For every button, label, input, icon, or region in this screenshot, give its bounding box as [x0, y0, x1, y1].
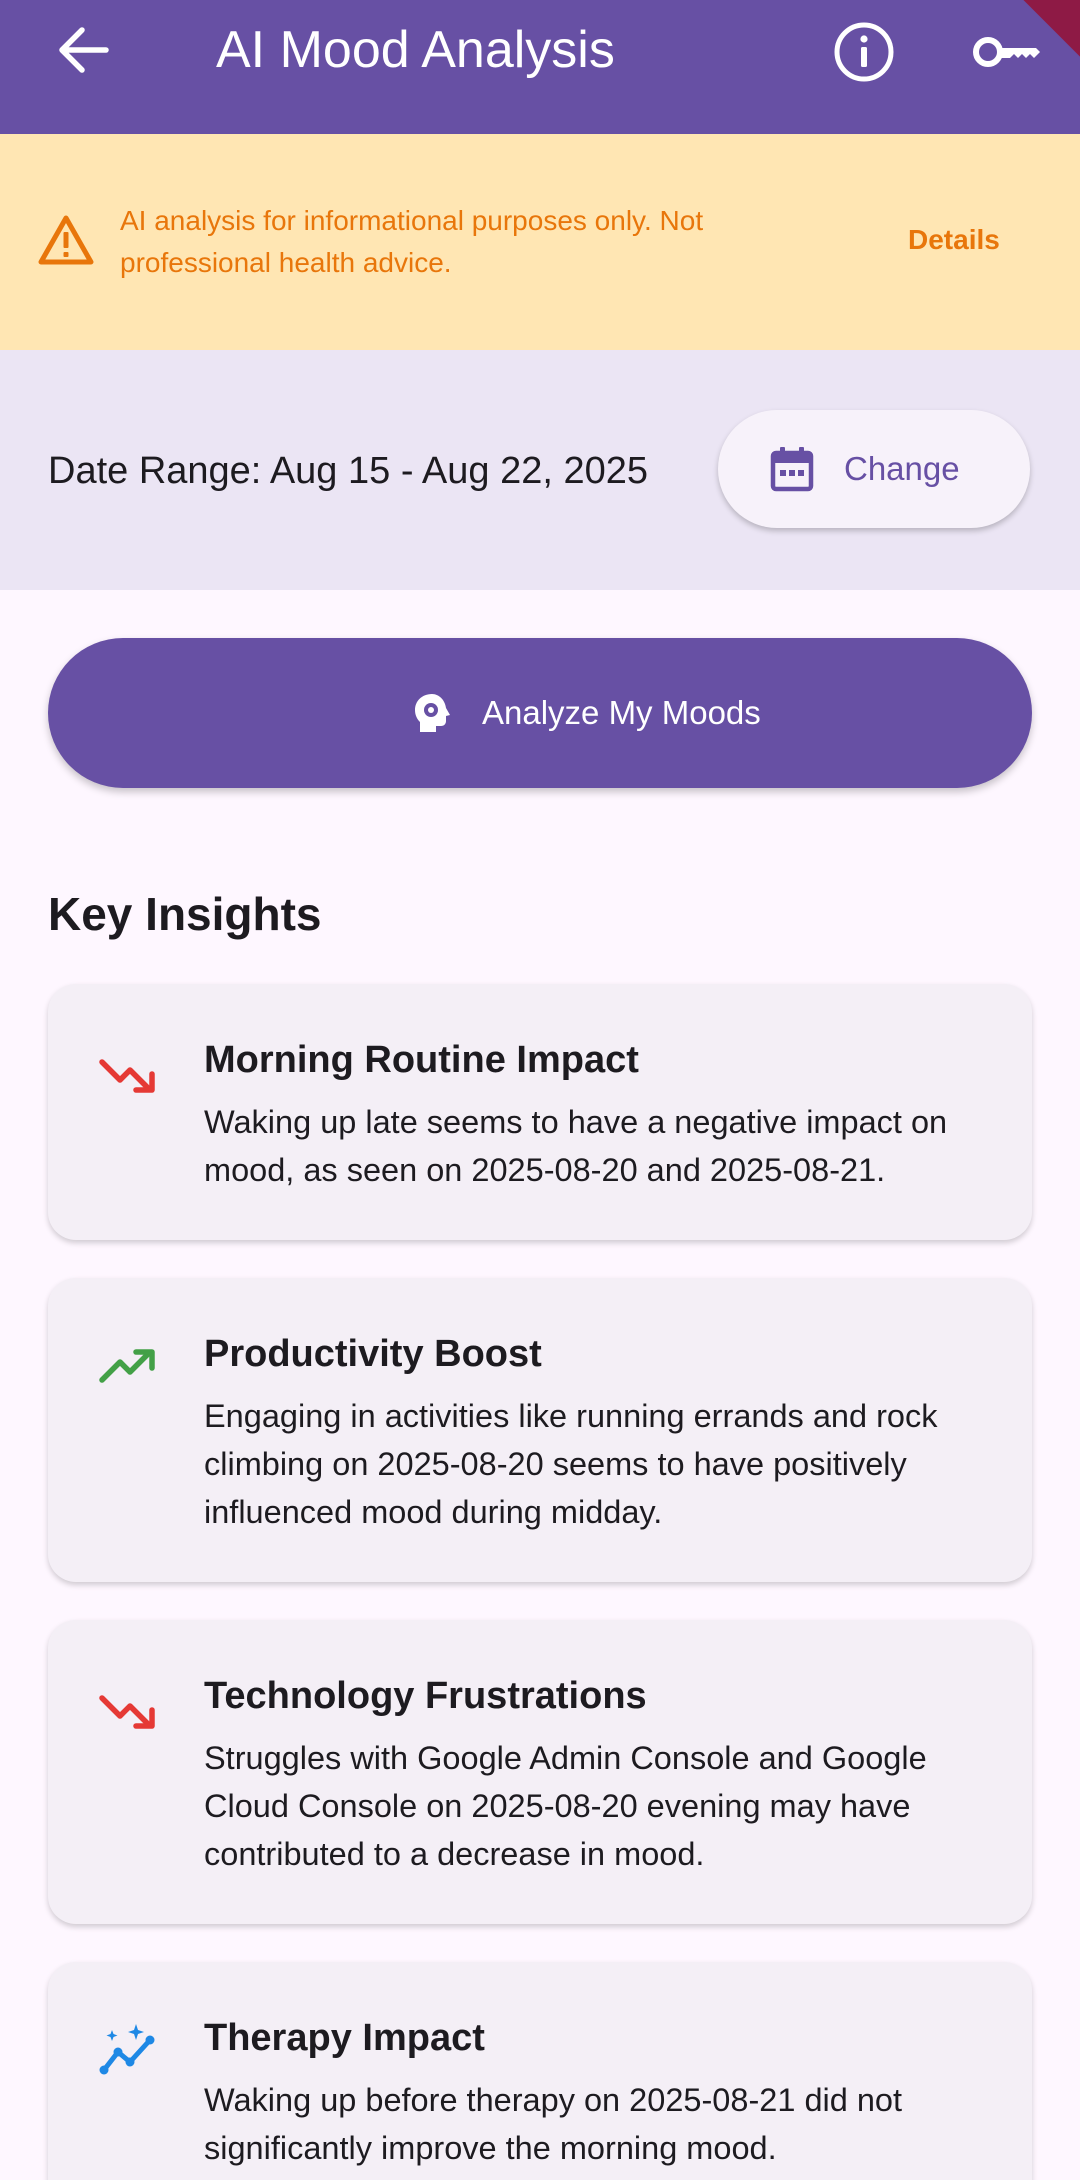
info-button[interactable]	[830, 18, 898, 86]
date-range-section: Date Range: Aug 15 - Aug 22, 2025 Change	[0, 350, 1080, 590]
disclaimer-text: AI analysis for informational purposes o…	[120, 205, 704, 278]
insight-title: Morning Routine Impact	[204, 1039, 639, 1081]
trending-up-icon	[99, 1349, 155, 1383]
disclaimer-banner: AI analysis for informational purposes o…	[0, 134, 1080, 350]
key-icon	[973, 37, 1040, 67]
insight-title: Therapy Impact	[204, 2017, 485, 2059]
insight-description: Waking up late seems to have a negative …	[204, 1104, 948, 1188]
analyze-moods-button[interactable]: Analyze My Moods	[48, 638, 1032, 788]
insight-card: Technology Frustrations Struggles with G…	[48, 1620, 1032, 1924]
analyze-button-label: Analyze My Moods	[482, 694, 761, 731]
page-title: AI Mood Analysis	[216, 21, 615, 79]
insight-description: Engaging in activities like running erra…	[204, 1398, 938, 1530]
mood-analysis-screen: AI Mood Analysis AI analysis for informa…	[0, 0, 1080, 2180]
insight-card: Productivity Boost Engaging in activitie…	[48, 1278, 1032, 1582]
arrow-back-icon	[59, 27, 109, 73]
api-key-button[interactable]	[968, 18, 1046, 86]
change-button-label: Change	[844, 450, 960, 487]
psychology-icon	[415, 694, 450, 732]
app-bar: AI Mood Analysis	[0, 0, 1080, 134]
warning-icon	[38, 215, 94, 265]
insights-icon	[99, 2024, 155, 2075]
info-icon	[834, 22, 894, 82]
back-button[interactable]	[50, 22, 118, 78]
insight-description: Struggles with Google Admin Console and …	[204, 1740, 927, 1872]
key-insights-heading: Key Insights	[48, 888, 322, 940]
calendar-icon	[770, 447, 814, 492]
trending-down-icon	[99, 1695, 155, 1729]
change-date-button[interactable]: Change	[718, 410, 1030, 528]
details-link[interactable]: Details	[908, 220, 1000, 260]
insight-card: Morning Routine Impact Waking up late se…	[48, 984, 1032, 1240]
trending-down-icon	[99, 1059, 155, 1093]
date-range-label: Date Range: Aug 15 - Aug 22, 2025	[48, 450, 649, 492]
insight-description: Waking up before therapy on 2025-08-21 d…	[204, 2082, 903, 2166]
insight-card: Therapy Impact Waking up before therapy …	[48, 1962, 1032, 2180]
insight-title: Technology Frustrations	[204, 1675, 647, 1717]
insight-title: Productivity Boost	[204, 1333, 542, 1375]
